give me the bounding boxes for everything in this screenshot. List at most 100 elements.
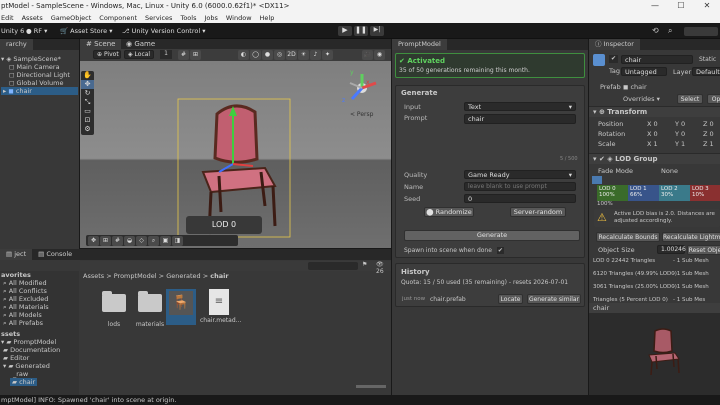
select-button[interactable]: Select	[677, 94, 703, 104]
hierarchy-item-global-volume[interactable]: ◻ Global Volume	[1, 79, 78, 87]
tree-fav-all-excluded[interactable]: ⌕ All Excluded	[0, 295, 79, 303]
menu-window[interactable]: Window	[226, 14, 252, 22]
menu-tools[interactable]: Tools	[180, 14, 196, 22]
pivot-dropdown[interactable]: ⊕ Pivot	[93, 50, 121, 59]
breadcrumb-chair[interactable]: chair	[210, 272, 228, 280]
persp-label[interactable]: < Persp	[350, 111, 373, 118]
maximize-button[interactable]: ☐	[668, 0, 694, 12]
2d-toggle-icon[interactable]: 2D	[286, 50, 297, 60]
breadcrumb-promptmodel[interactable]: PromptModel	[114, 272, 157, 280]
minimize-button[interactable]: —	[642, 0, 668, 12]
menu-assets[interactable]: Assets	[22, 14, 43, 22]
lod-segment-3[interactable]: LOD 3 10%	[690, 185, 720, 201]
lod-row-2[interactable]: 3061 Triangles (25.00% LOD0) - 1 Sub Mesh	[593, 284, 720, 297]
play-button[interactable]: ▶	[338, 26, 352, 36]
spawn-checkbox[interactable]: ✔	[496, 247, 504, 254]
active-checkbox[interactable]: ✔	[609, 55, 618, 63]
audio-toggle-icon[interactable]: ♪	[310, 50, 321, 60]
scale-x[interactable]: X 1	[647, 140, 658, 149]
layers-dropdown[interactable]	[684, 27, 718, 36]
tab-hierarchy[interactable]: rarchy	[0, 39, 33, 50]
asset-chair-prefab[interactable]: 🪑	[166, 289, 196, 325]
position-y[interactable]: Y 0	[675, 120, 685, 129]
breadcrumb-assets[interactable]: Assets	[83, 272, 104, 280]
view-overlay-icon[interactable]: ◇	[136, 236, 147, 246]
effects-toggle-icon[interactable]: ✦	[322, 50, 333, 60]
tree-favorites-header[interactable]: avorites	[0, 271, 79, 279]
prompt-textarea[interactable]: chair	[464, 114, 576, 124]
quality-dropdown[interactable]: Game Ready ▾	[464, 170, 576, 179]
tab-project[interactable]: ▤ ject	[0, 249, 33, 260]
lod-segment-0[interactable]: LOD 0 100%	[597, 185, 628, 201]
tab-promptmodel[interactable]: PromptModel	[392, 39, 447, 50]
name-input[interactable]: leave blank to use prompt	[464, 182, 576, 191]
menu-jobs[interactable]: Jobs	[204, 14, 217, 22]
hierarchy-item-directional-light[interactable]: ◻ Directional Light	[1, 71, 78, 79]
thumbnail-size-slider[interactable]	[356, 385, 386, 388]
layer-dropdown[interactable]: Default	[692, 67, 720, 76]
history-icon[interactable]: ⟲	[652, 26, 662, 36]
asset-folder-materials[interactable]: materials	[130, 291, 170, 328]
tree-fav-all-materials[interactable]: ⌕ All Materials	[0, 303, 79, 311]
menu-component[interactable]: Component	[99, 14, 137, 22]
tree-raw[interactable]: _raw	[0, 370, 79, 378]
unity-version-label[interactable]: Unity 6	[1, 27, 24, 35]
static-toggle[interactable]: Static	[699, 56, 716, 63]
snap-overlay-icon[interactable]: ⊞	[100, 236, 111, 246]
move-overlay-icon[interactable]: ✥	[88, 236, 99, 246]
recalculate-lightmap-button[interactable]: Recalculate Lightma	[662, 232, 720, 242]
tree-chair[interactable]: ▰ chair	[0, 378, 79, 386]
tab-inspector[interactable]: ⓘ Inspector	[589, 39, 640, 50]
generate-button[interactable]: Generate	[404, 230, 580, 241]
transform-header[interactable]: ▾ ⊕ Transform	[589, 106, 720, 117]
tag-dropdown[interactable]: Untagged	[621, 67, 667, 76]
server-random-button[interactable]: Server-random	[510, 207, 566, 217]
open-prefab-button[interactable]: Op	[707, 94, 720, 104]
locate-button[interactable]: Locate	[498, 294, 523, 304]
asset-store-button[interactable]: 🛒 Asset Store ▾	[60, 27, 113, 35]
lod-segment-2[interactable]: LOD 2 30%	[659, 185, 690, 201]
rotation-z[interactable]: Z 0	[703, 130, 714, 139]
light-toggle-icon[interactable]: ☀	[298, 50, 309, 60]
hierarchy-item-chair[interactable]: ▸ ◼ chair	[1, 87, 78, 95]
camera-icon[interactable]: 🎥	[362, 50, 373, 60]
tab-game[interactable]: ◉ Game	[120, 39, 161, 49]
tree-fav-all-conflicts[interactable]: ⌕ All Conflicts	[0, 287, 79, 295]
hierarchy-scene-root[interactable]: ▾ ◈ SampleScene*	[1, 55, 78, 63]
grid-count[interactable]: 1	[160, 50, 172, 59]
tree-editor[interactable]: ▰ Editor	[0, 354, 79, 362]
hand-tool-icon[interactable]: ✋	[81, 71, 94, 80]
orientation-gizmo[interactable]	[344, 71, 380, 105]
menu-gameobject[interactable]: GameObject	[51, 14, 92, 22]
tab-scene[interactable]: # Scene	[80, 39, 122, 49]
lit-icon[interactable]: ◎	[274, 50, 285, 60]
asset-folder-lods[interactable]: lods	[94, 291, 134, 328]
seed-input[interactable]: 0	[464, 194, 576, 203]
scale-tool-icon[interactable]: ⤡	[81, 98, 94, 107]
frame-overlay-icon[interactable]: ▣	[160, 236, 171, 246]
menu-help[interactable]: Help	[260, 14, 275, 22]
overrides-dropdown[interactable]: Overrides ▾	[623, 95, 660, 104]
breadcrumb-generated[interactable]: Generated	[166, 272, 200, 280]
rotate-tool-icon[interactable]: ↻	[81, 89, 94, 98]
lod-row-1[interactable]: 6120 Triangles (49.99% LOD0) - 1 Sub Mesh	[593, 271, 720, 284]
generate-similar-button[interactable]: Generate similar	[527, 294, 581, 304]
rect-tool-icon[interactable]: ▭	[81, 107, 94, 116]
custom-tool-icon[interactable]: ⚙	[81, 125, 94, 134]
lod-segment-1[interactable]: LOD 1 66%	[628, 185, 659, 201]
surface-overlay-icon[interactable]: ◒	[124, 236, 135, 246]
tree-fav-all-modified[interactable]: ⌕ All Modified	[0, 279, 79, 287]
tree-promptmodel[interactable]: ▾ ▰ PromptModel	[0, 338, 79, 346]
gameobject-name-field[interactable]: chair	[621, 55, 693, 64]
scene-viewport[interactable]: ✋ ✥ ↻ ⤡ ▭ ⊡ ⚙ x y z < Persp LOD 0 ✥ ⊞ # ◒ ◇ ⌕…	[80, 49, 391, 248]
zoom-overlay-icon[interactable]: ⌕	[148, 236, 159, 246]
lod-camera-icon[interactable]	[592, 176, 602, 184]
tree-documentation[interactable]: ▰ Documentation	[0, 346, 79, 354]
menu-edit[interactable]: Edit	[1, 14, 14, 22]
status-message[interactable]: mptModel] INFO: Spawned 'chair' into sce…	[1, 396, 176, 404]
version-control-button[interactable]: ⎇ Unity Version Control ▾	[122, 27, 206, 35]
gizmos-icon[interactable]: ◉	[374, 50, 385, 60]
input-dropdown[interactable]: Text ▾	[464, 102, 576, 111]
preview-label[interactable]: chair	[589, 303, 720, 313]
rotation-x[interactable]: X 0	[647, 130, 658, 139]
